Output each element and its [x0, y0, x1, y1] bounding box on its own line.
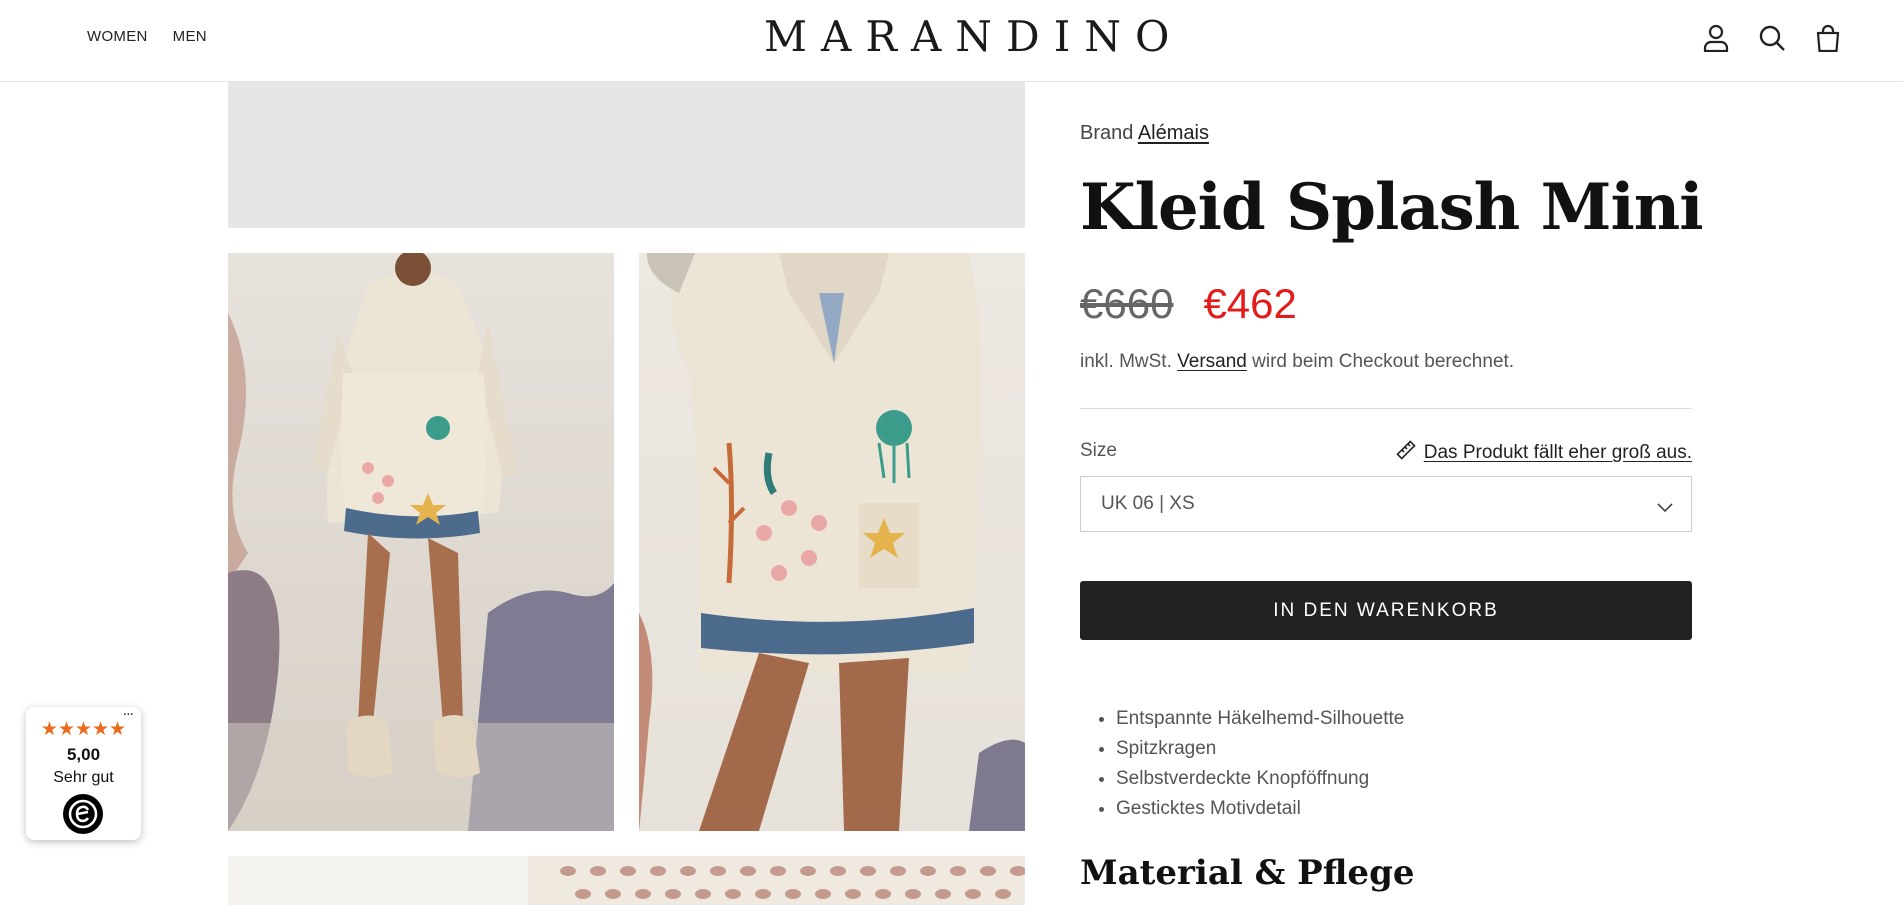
divider [1080, 408, 1692, 409]
brand-link[interactable]: Alémais [1138, 122, 1209, 144]
brand-prefix: Brand [1080, 122, 1134, 144]
trusted-seal-icon [63, 794, 103, 834]
brand-line: Brand Alémais [1080, 122, 1209, 145]
ruler-icon [1396, 440, 1416, 466]
add-to-cart-button[interactable]: IN DEN WARENKORB [1080, 581, 1692, 640]
fit-note-link[interactable]: Das Produkt fällt eher groß aus. [1396, 440, 1692, 466]
tax-note: inkl. MwSt. Versand wird beim Checkout b… [1080, 351, 1514, 373]
product-title: Kleid Splash Mini [1080, 170, 1704, 245]
nav-men[interactable]: MEN [173, 28, 207, 45]
size-select[interactable]: UK 06 | XS [1080, 476, 1692, 532]
product-photo-fabric[interactable] [228, 856, 1025, 905]
original-price: €660 [1080, 280, 1174, 327]
size-selected-value: UK 06 | XS [1101, 493, 1195, 514]
list-item: Spitzkragen [1116, 734, 1404, 764]
tax-prefix: inkl. MwSt. [1080, 351, 1172, 372]
bag-icon[interactable] [1813, 22, 1843, 54]
rating-label: Sehr gut [53, 769, 114, 786]
search-icon[interactable] [1757, 22, 1787, 54]
main-nav: WOMEN MEN [87, 28, 207, 45]
shipping-link[interactable]: Versand [1177, 351, 1247, 372]
site-logo[interactable]: MARANDINO [764, 12, 1184, 61]
fit-note-text: Das Produkt fällt eher groß aus. [1423, 442, 1692, 463]
sale-price: €462 [1203, 280, 1297, 327]
product-image-placeholder[interactable] [228, 82, 1025, 228]
price-block: €660 €462 [1080, 280, 1297, 328]
tax-suffix: wird beim Checkout berechnet. [1252, 351, 1515, 372]
nav-women[interactable]: WOMEN [87, 28, 148, 45]
feature-list: Entspannte Häkelhemd-Silhouette Spitzkra… [1116, 704, 1404, 824]
product-photo-full[interactable] [228, 253, 614, 831]
header-icons [1701, 22, 1843, 54]
material-care-heading[interactable]: Material & Pflege [1080, 853, 1414, 893]
site-header: WOMEN MEN MARANDINO [0, 0, 1903, 82]
list-item: Gesticktes Motivdetail [1116, 794, 1404, 824]
trust-badge[interactable]: ··· ★★★★★ 5,00 Sehr gut [26, 707, 141, 840]
list-item: Entspannte Häkelhemd-Silhouette [1116, 704, 1404, 734]
list-item: Selbstverdeckte Knopföffnung [1116, 764, 1404, 794]
product-photo-detail[interactable] [639, 253, 1025, 831]
account-icon[interactable] [1701, 22, 1731, 54]
rating-score: 5,00 [66, 745, 101, 764]
chevron-down-icon [1657, 497, 1673, 519]
rating-stars: ★★★★★ [40, 718, 127, 740]
size-label: Size [1080, 440, 1117, 461]
